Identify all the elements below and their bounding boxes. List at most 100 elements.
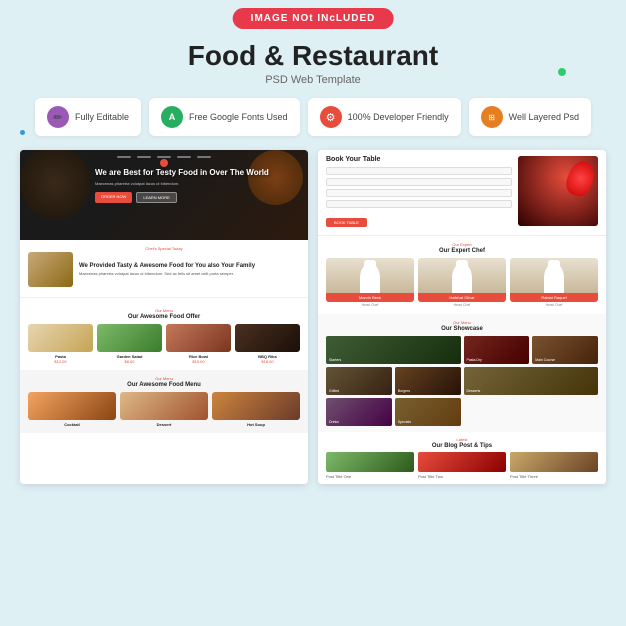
booking-form: Book Your Table BOOK TABLE [326,156,512,229]
feature-fonts: A Free Google Fonts Used [149,98,300,136]
blog-post-2: Post Title Two [418,452,506,479]
decorative-dot-blue [20,130,25,135]
chef-figure-2 [452,263,472,293]
offer-item-3: Rice Bowl $10.00 [166,324,231,364]
gallery-label-7: Drinks [326,398,392,426]
gallery-label-2: Pasta.Dry [464,336,530,364]
chef-section: Our Expert Our Expert Chef Marvin Beck H… [318,236,606,314]
chef-card-3: Rabiat Raquel Head Chef [510,258,598,308]
menu-item-3: Hot Soup [212,392,300,427]
hero-text: We are Best for Testy Food in Over The W… [95,168,269,203]
gallery-item-2: Pasta.Dry [464,336,530,364]
gallery-label-6: Desserts [464,367,599,395]
blog-post-1: Post Title One [326,452,414,479]
previews-container: We are Best for Testy Food in Over The W… [20,150,606,484]
chef-title: Our Expert Chef [326,248,598,254]
nav-item-3 [157,156,171,158]
blog-label: Latest [326,437,598,442]
chef-role-1: Head Chef [326,302,414,308]
menu-grid: Cocktail Dessert Hot Soup [28,392,300,427]
blog-post-3: Post Title Three [510,452,598,479]
booking-title: Book Your Table [326,156,512,163]
offer-img-bbq [235,324,300,352]
features-row: ✏ Fully Editable A Free Google Fonts Use… [0,98,626,136]
booking-field-3[interactable] [326,189,512,197]
hero-logo [160,159,168,167]
decorative-dot-teal [558,68,566,76]
booking-section: Book Your Table BOOK TABLE [318,150,606,236]
booking-field-2[interactable] [326,178,512,186]
blog-img-3 [510,452,598,472]
feature-label-2: Free Google Fonts Used [189,112,288,122]
chef-card-1: Marvin Beck Head Chef [326,258,414,308]
blog-post-title-2: Post Title Two [418,474,506,479]
image-not-included-badge: IMAGE NOt INcLUDED [233,8,394,29]
booking-food-image [518,156,598,226]
tasty-heading: We Provided Tasty & Awesome Food for You… [79,263,255,269]
hero-learn-btn[interactable]: LEARN MORE [136,192,176,203]
gallery-item-5: Burgers [395,367,461,395]
offer-item-1: Pasta $12.00 [28,324,93,364]
gallery-label-5: Burgers [395,367,461,395]
food-offer-section: Our Menu Our Awesome Food Offer Pasta $1… [20,302,308,370]
chef-img-1 [326,258,414,293]
booking-submit-btn[interactable]: BOOK TABLE [326,218,367,227]
feature-label-1: Fully Editable [75,112,129,122]
page-title: Food & Restaurant [0,40,626,72]
nav-item-5 [197,156,211,158]
gallery-item-6: Desserts [464,367,599,395]
feature-layered: ⊞ Well Layered Psd [469,98,591,136]
feature-label-4: Well Layered Psd [509,112,579,122]
chef-img-2 [418,258,506,293]
tasty-row: We Provided Tasty & Awesome Food for You… [28,252,300,287]
tasty-section: Chef's Special Today We Provided Tasty &… [20,240,308,293]
menu-title: Our Awesome Food Menu [28,382,300,388]
menu-name-2: Dessert [120,422,208,427]
menu-item-1: Cocktail [28,392,116,427]
chef-img-3 [510,258,598,293]
gallery-item-4: Grilled [326,367,392,395]
menu-img-soup [212,392,300,420]
offer-img-pasta [28,324,93,352]
blog-section: Latest Our Blog Post & Tips Post Title O… [318,432,606,484]
layers-icon: ⊞ [481,106,503,128]
tasty-body: Maecenas pharetra volutpat lacus ut bibe… [79,271,255,277]
offer-price-4: $18.00 [235,359,300,364]
feature-developer: ⚙ 100% Developer Friendly [308,98,461,136]
offer-price-1: $12.00 [28,359,93,364]
chef-figure-1 [360,263,380,293]
tasty-content: We Provided Tasty & Awesome Food for You… [79,263,255,277]
menu-item-2: Dessert [120,392,208,427]
gallery-item-1: Starters [326,336,461,364]
menu-section-left: Our Menu Our Awesome Food Menu Cocktail … [20,370,308,433]
gallery-item-3: Main Course [532,336,598,364]
gallery-section: Our Menu Our Showcase Starters Pasta.Dry… [318,314,606,432]
chef-card-2: Hafshat Olivar Head Chef [418,258,506,308]
page-subtitle: PSD Web Template [0,74,626,86]
font-icon: A [161,106,183,128]
chef-name-1: Marvin Beck [326,293,414,302]
blog-items: Post Title One Post Title Two Post Title… [326,452,598,479]
offer-label: Our Menu [28,308,300,313]
blog-post-title-3: Post Title Three [510,474,598,479]
booking-field-1[interactable] [326,167,512,175]
gallery-label: Our Menu [326,320,598,325]
gallery-item-8: Specials [395,398,461,426]
hero-order-btn[interactable]: ORDER NOW [95,192,132,203]
menu-img-dessert [120,392,208,420]
nav-item-1 [117,156,131,158]
gallery-label-1: Starters [326,336,461,364]
chef-cards: Marvin Beck Head Chef Hafshat Olivar Hea… [326,258,598,308]
food-offer-grid: Pasta $12.00 Garden Salad $8.00 Rice Bow… [28,324,300,364]
chef-role-2: Head Chef [418,302,506,308]
blog-post-title-1: Post Title One [326,474,414,479]
booking-food-photo [518,156,598,229]
booking-field-4[interactable] [326,200,512,208]
gallery-grid: Starters Pasta.Dry Main Course Grilled B… [326,336,598,426]
menu-name-1: Cocktail [28,422,116,427]
hero-subtext: Maecenas pharetra volutpat lacus ut bibe… [95,181,269,187]
preview-left: We are Best for Testy Food in Over The W… [20,150,308,484]
offer-price-2: $8.00 [97,359,162,364]
blog-img-2 [418,452,506,472]
menu-img-drink [28,392,116,420]
